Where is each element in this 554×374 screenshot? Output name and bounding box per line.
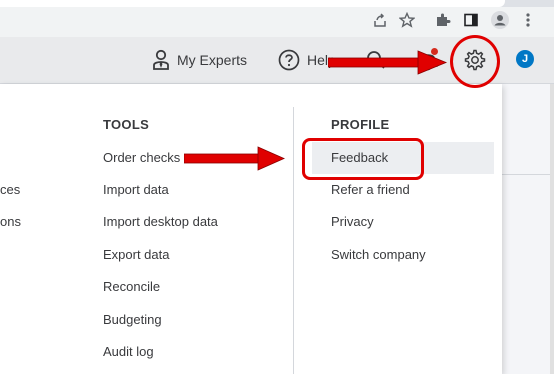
expert-person-icon: [152, 49, 170, 71]
page-scrollbar[interactable]: [550, 84, 554, 374]
user-avatar[interactable]: J: [516, 50, 534, 68]
annotation-arrow-to-settings: [328, 50, 448, 75]
menu-item-switch-company[interactable]: Switch company: [331, 244, 426, 266]
settings-dropdown-panel: [0, 84, 502, 374]
tab-strip: [0, 0, 554, 7]
help-button[interactable]: Help: [278, 48, 333, 72]
extensions-puzzle-icon[interactable]: [434, 11, 452, 29]
menu-item-refer-a-friend[interactable]: Refer a friend: [331, 179, 410, 201]
annotation-box-feedback: [302, 138, 424, 180]
share-icon[interactable]: [371, 11, 389, 29]
help-icon: [278, 49, 300, 71]
menu-item-import-desktop-data[interactable]: Import desktop data: [103, 211, 218, 233]
tools-heading: TOOLS: [103, 117, 150, 132]
column-divider: [293, 107, 294, 374]
page-background: [502, 84, 554, 374]
bookmark-star-icon[interactable]: [398, 11, 416, 29]
menu-item-import-data[interactable]: Import data: [103, 179, 169, 201]
menu-item-order-checks[interactable]: Order checks: [103, 147, 180, 169]
my-experts-label: My Experts: [177, 52, 248, 68]
menu-item-export-data[interactable]: Export data: [103, 244, 170, 266]
left-column-item[interactable]: ons: [0, 211, 21, 233]
profile-icon[interactable]: [489, 11, 511, 29]
menu-item-reconcile[interactable]: Reconcile: [103, 276, 160, 298]
annotation-circle-settings: [450, 35, 500, 88]
left-column-item[interactable]: ces: [0, 179, 20, 201]
browser-toolbar: [0, 0, 554, 38]
menu-item-budgeting[interactable]: Budgeting: [103, 309, 162, 331]
menu-item-privacy[interactable]: Privacy: [331, 211, 374, 233]
menu-item-audit-log[interactable]: Audit log: [103, 341, 154, 363]
annotation-arrow-to-feedback: [184, 146, 285, 171]
profile-heading: PROFILE: [331, 117, 390, 132]
my-experts-button[interactable]: My Experts: [152, 48, 247, 72]
browser-menu-icon[interactable]: [519, 11, 537, 29]
side-panel-icon[interactable]: [462, 11, 480, 29]
